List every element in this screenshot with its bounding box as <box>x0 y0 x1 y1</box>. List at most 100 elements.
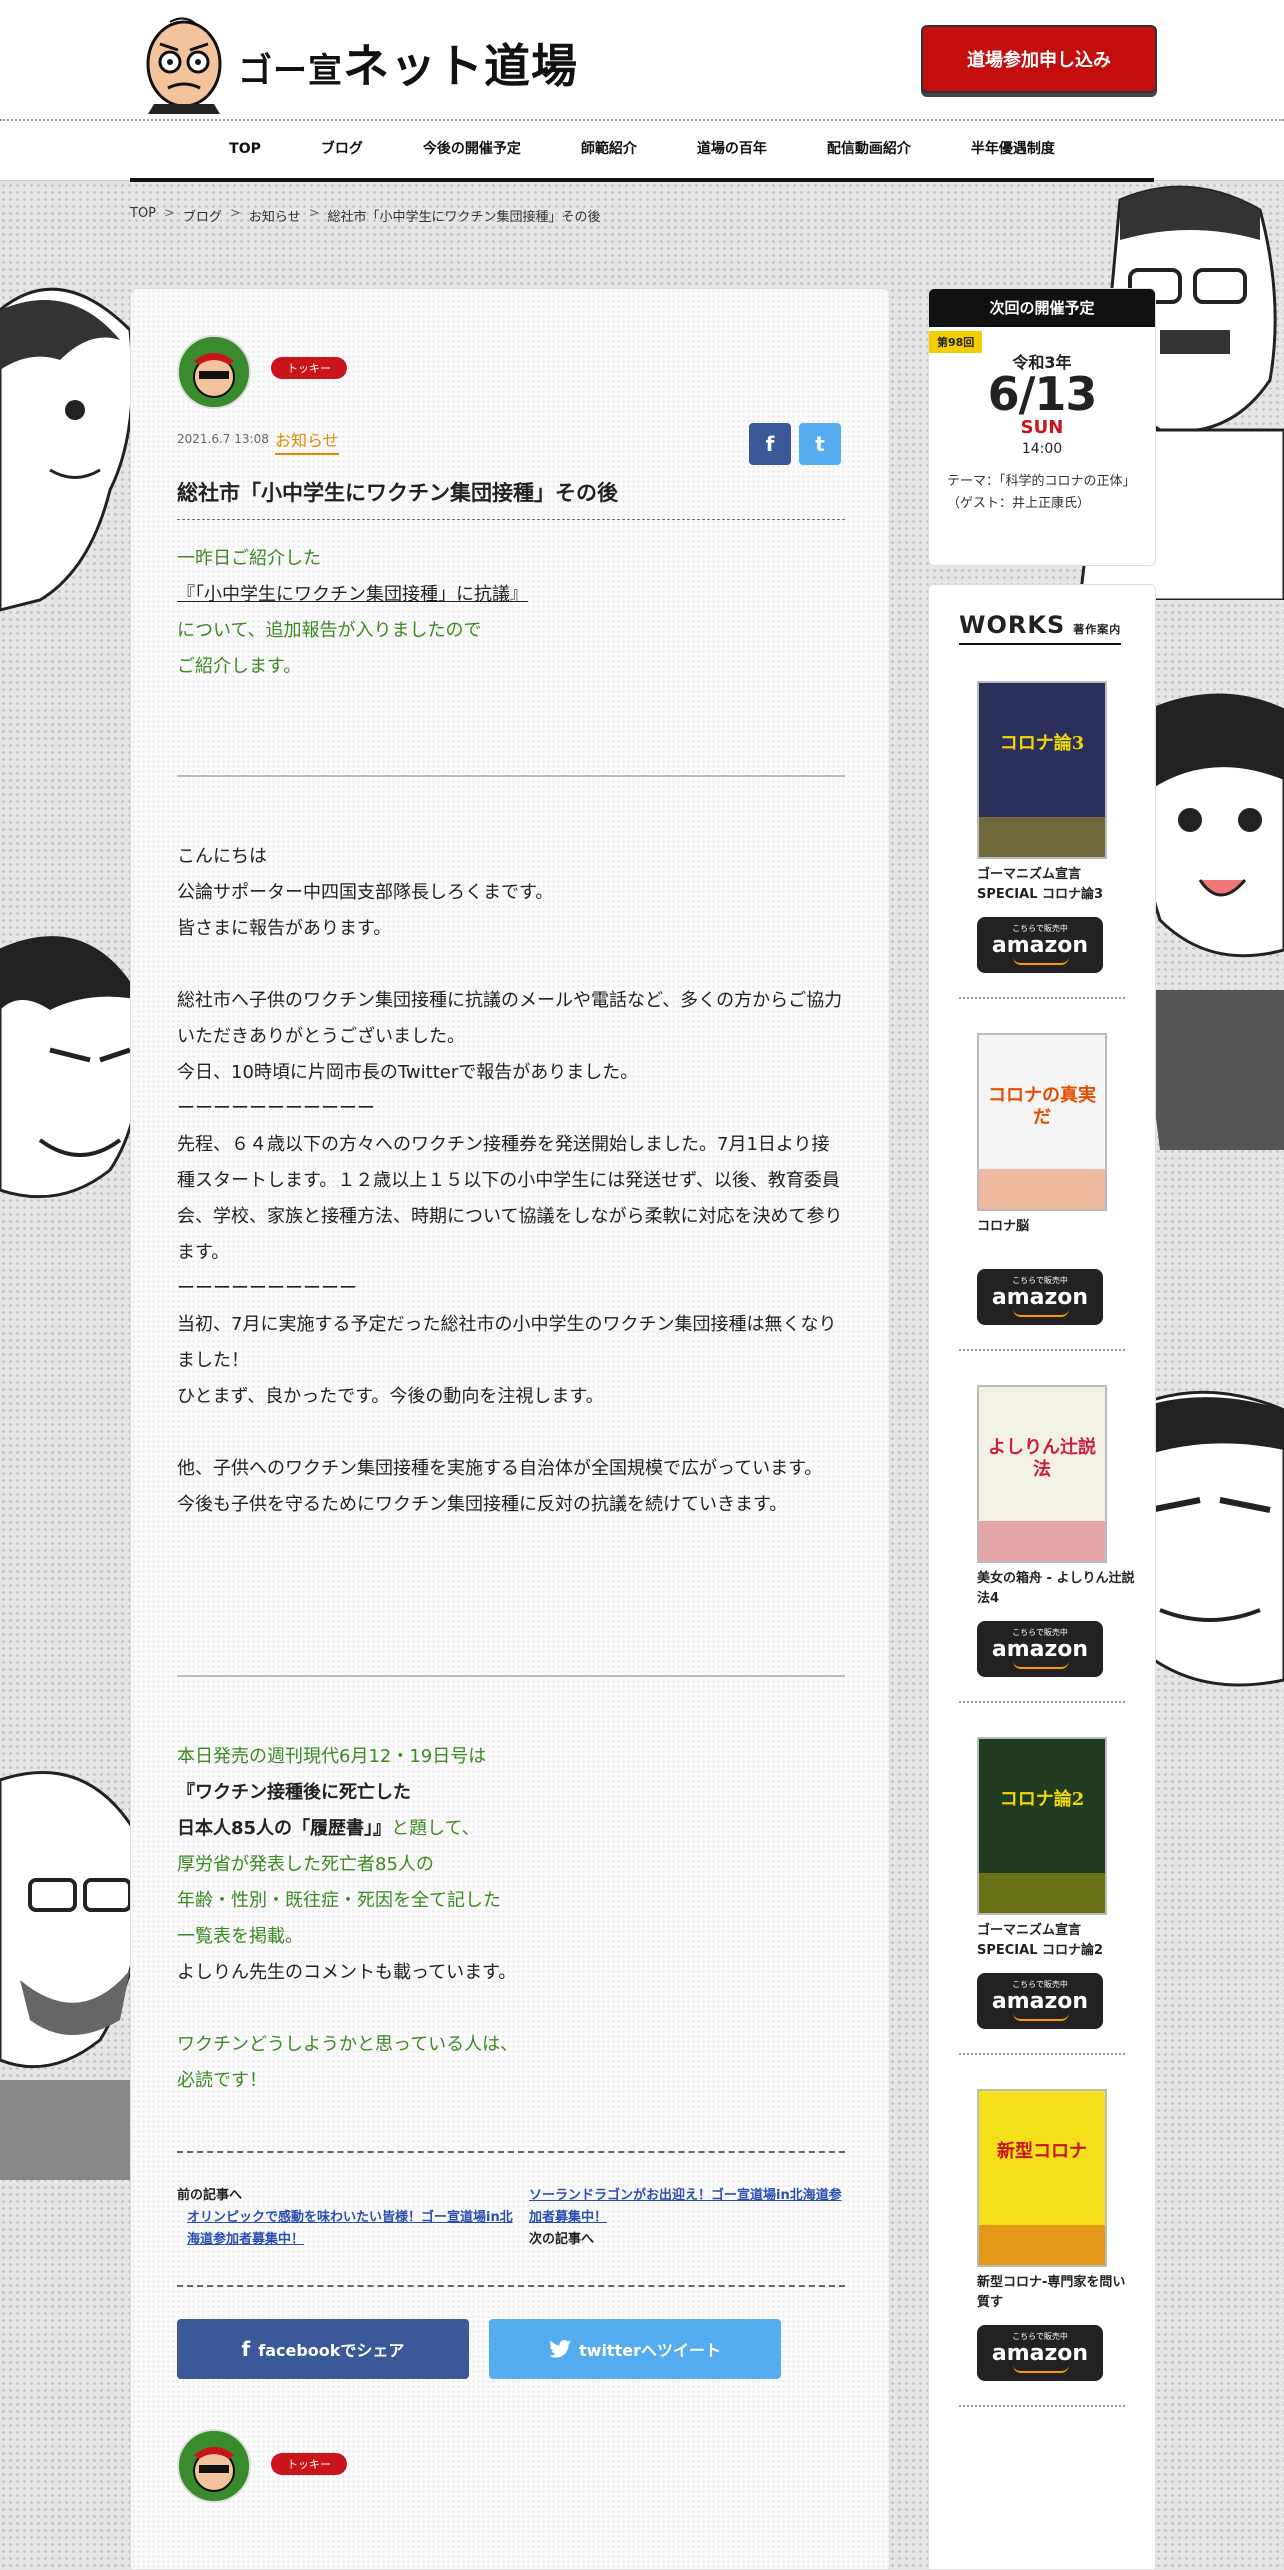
book-cover-band <box>979 2225 1105 2265</box>
book-cover[interactable]: よしりん辻説法 <box>977 1385 1107 1563</box>
article-body: こんにちは 公論サポーター中四国支部隊長しろくまです。 皆さまに報告があります。… <box>177 839 845 1523</box>
body-line: こんにちは <box>177 846 267 867</box>
amazon-caption: こちらで販売中 <box>1012 924 1068 933</box>
breadcrumb-category[interactable]: お知らせ <box>249 206 301 225</box>
article-card: トッキー 2021.6.7 13:08 お知らせ f t 総社市「小中学生にワク… <box>130 288 890 2570</box>
header-divider <box>0 119 1284 121</box>
body-line: 公論サポーター中四国支部隊長しろくまです。 <box>177 882 554 903</box>
post-category[interactable]: お知らせ <box>275 427 339 455</box>
apply-button[interactable]: 道場参加申し込み <box>921 25 1157 93</box>
amazon-logo: amazon <box>991 2341 1089 2366</box>
facebook-share-button[interactable]: f facebookでシェア <box>177 2319 469 2379</box>
amazon-caption: こちらで販売中 <box>1012 1276 1068 1285</box>
book-title[interactable]: 新型コロナ-専門家を問い質す <box>977 2273 1137 2313</box>
intro-link[interactable]: 『「小中学生にワクチン集団接種」に抗議』 <box>177 584 528 605</box>
book-cover-title: コロナ論2 <box>999 1789 1085 1810</box>
breadcrumb-sep: > <box>308 206 320 221</box>
breadcrumb-sep: > <box>229 206 241 221</box>
amazon-buy-button[interactable]: こちらで販売中 amazon <box>977 1621 1103 1677</box>
amazon-caption: こちらで販売中 <box>1012 2332 1068 2341</box>
outro-line: 厚労省が発表した死亡者85人の <box>177 1854 434 1875</box>
nav-item-schedule[interactable]: 今後の開催予定 <box>393 124 551 178</box>
author-tag-bottom[interactable]: トッキー <box>271 2453 347 2475</box>
amazon-logo: amazon <box>991 1637 1089 1662</box>
twitter-share-label: twitterへツイート <box>579 2341 721 2360</box>
amazon-caption: こちらで販売中 <box>1012 1980 1068 1989</box>
prev-article-link[interactable]: オリンピックで感動を味わいたい皆様！ゴー宣道場in北海道参加者募集中！ <box>187 2210 513 2247</box>
site-header: ゴー宣ネット道場 道場参加申し込み TOP ブログ 今後の開催予定 師範紹介 道… <box>0 0 1284 182</box>
section-divider <box>177 775 845 777</box>
nav-item-videos[interactable]: 配信動画紹介 <box>797 124 941 178</box>
prevnext-divider <box>177 2151 845 2153</box>
book-cover-band <box>979 817 1105 857</box>
author-tag[interactable]: トッキー <box>271 357 347 379</box>
nav-item-top[interactable]: TOP <box>199 124 291 178</box>
event-time: 14:00 <box>1021 441 1063 457</box>
book-cover[interactable]: コロナ論3 <box>977 681 1107 859</box>
amazon-smile-icon <box>1013 2013 1069 2021</box>
book-cover-band <box>979 1873 1105 1913</box>
amazon-smile-icon <box>1013 1309 1069 1317</box>
amazon-smile-icon <box>1013 2365 1069 2373</box>
event-header: 次回の開催予定 <box>929 289 1155 327</box>
amazon-buy-button[interactable]: こちらで販売中 amazon <box>977 1973 1103 2029</box>
book-divider <box>959 1701 1125 1703</box>
facebook-icon: f <box>241 2337 251 2361</box>
outro-line: 日本人85人の「履歴書」』 <box>177 1818 392 1839</box>
book-cover[interactable]: コロナ論2 <box>977 1737 1107 1915</box>
post-date: 2021.6.7 13:08 <box>177 432 269 446</box>
works-widget: WORKS 著作案内 コロナ論3 ゴーマニズム宣言SPECIAL コロナ論3 こちらで… <box>928 584 1156 2570</box>
author-avatar[interactable] <box>177 335 251 409</box>
body-line: 先程、６４歳以下の方々へのワクチン接種券を発送開始しました。7月1日より接種スタ… <box>177 1134 843 1263</box>
breadcrumb-current: 総社市「小中学生にワクチン集団接種」その後 <box>327 210 601 225</box>
book-cover[interactable]: コロナの真実だ <box>977 1033 1107 1211</box>
logo-wordmark: ゴー宣ネット道場 <box>238 39 578 93</box>
prevnext-divider <box>177 2285 845 2287</box>
book-title[interactable]: ゴーマニズム宣言SPECIAL コロナ論3 <box>977 865 1137 905</box>
nav-item-membership[interactable]: 半年優遇制度 <box>941 124 1085 178</box>
book-cover-band <box>979 1521 1105 1561</box>
book-divider <box>959 2405 1125 2407</box>
event-day: SUN <box>1020 417 1064 438</box>
amazon-smile-icon <box>1013 957 1069 965</box>
amazon-caption: こちらで販売中 <box>1012 1628 1068 1637</box>
article-title: 総社市「小中学生にワクチン集団接種」その後 <box>177 477 845 520</box>
amazon-buy-button[interactable]: こちらで販売中 amazon <box>977 917 1103 973</box>
amazon-logo: amazon <box>991 933 1089 958</box>
book-cover-title: コロナの真実だ <box>988 1085 1096 1128</box>
nav-item-history[interactable]: 道場の百年 <box>667 124 797 178</box>
breadcrumb-top[interactable]: TOP <box>130 206 156 225</box>
author-avatar-icon <box>179 337 249 407</box>
book-title[interactable]: 美女の箱舟 - よしりん辻説法4 <box>977 1569 1137 1609</box>
breadcrumb-sep: > <box>164 206 175 221</box>
event-theme: テーマ：「科学的コロナの正体」（ゲスト：井上正康氏） <box>947 474 1136 511</box>
background-character-man-beard-icon <box>0 936 144 1199</box>
nav-item-blog[interactable]: ブログ <box>291 124 393 178</box>
facebook-share-icon[interactable]: f <box>749 423 791 465</box>
twitter-share-button[interactable]: twitterへツイート <box>489 2319 781 2379</box>
twitter-share-icon[interactable]: t <box>799 423 841 465</box>
amazon-buy-button[interactable]: こちらで販売中 amazon <box>977 2325 1103 2381</box>
book-cover[interactable]: 新型コロナ <box>977 2089 1107 2267</box>
body-line: ーーーーーーーーーー <box>177 1278 357 1299</box>
outro-line: 必読です！ <box>177 2070 267 2091</box>
book-cover-band <box>979 1169 1105 1209</box>
book-cover-title: よしりん辻説法 <box>988 1437 1096 1480</box>
nav-item-masters[interactable]: 師範紹介 <box>551 124 667 178</box>
next-event-widget[interactable]: 次回の開催予定 第98回 令和3年 6/13 SUN 14:00 テーマ：「科学… <box>928 288 1156 566</box>
intro-line: について、追加報告が入りましたので <box>177 620 482 641</box>
body-line: 他、子供へのワクチン集団接種を実施する自治体が全国規模で広がっています。 <box>177 1458 823 1479</box>
book-cover-title: 新型コロナ <box>997 2141 1087 2162</box>
book-title[interactable]: ゴーマニズム宣言SPECIAL コロナ論2 <box>977 1921 1137 1961</box>
book-title[interactable]: コロナ脳 <box>977 1217 1137 1237</box>
outro-line: 一覧表を掲載。 <box>177 1926 303 1947</box>
book-divider <box>959 2053 1125 2055</box>
author-avatar-bottom[interactable] <box>177 2429 251 2503</box>
article-intro: 一昨日ご紹介した 『「小中学生にワクチン集団接種」に抗議』 について、追加報告が… <box>177 541 845 685</box>
next-article-link[interactable]: ソーランドラゴンがお出迎え！ゴー宣道場in北海道参加者募集中！ <box>529 2188 842 2225</box>
amazon-buy-button[interactable]: こちらで販売中 amazon <box>977 1269 1103 1325</box>
outro-line: 年齢・性別・既往症・死因を全て記した <box>177 1890 501 1911</box>
breadcrumb-blog[interactable]: ブログ <box>183 206 222 225</box>
site-logo[interactable]: ゴー宣ネット道場 <box>140 6 577 118</box>
outro-line: 本日発売の週刊現代6月12・19日号は <box>177 1746 487 1767</box>
